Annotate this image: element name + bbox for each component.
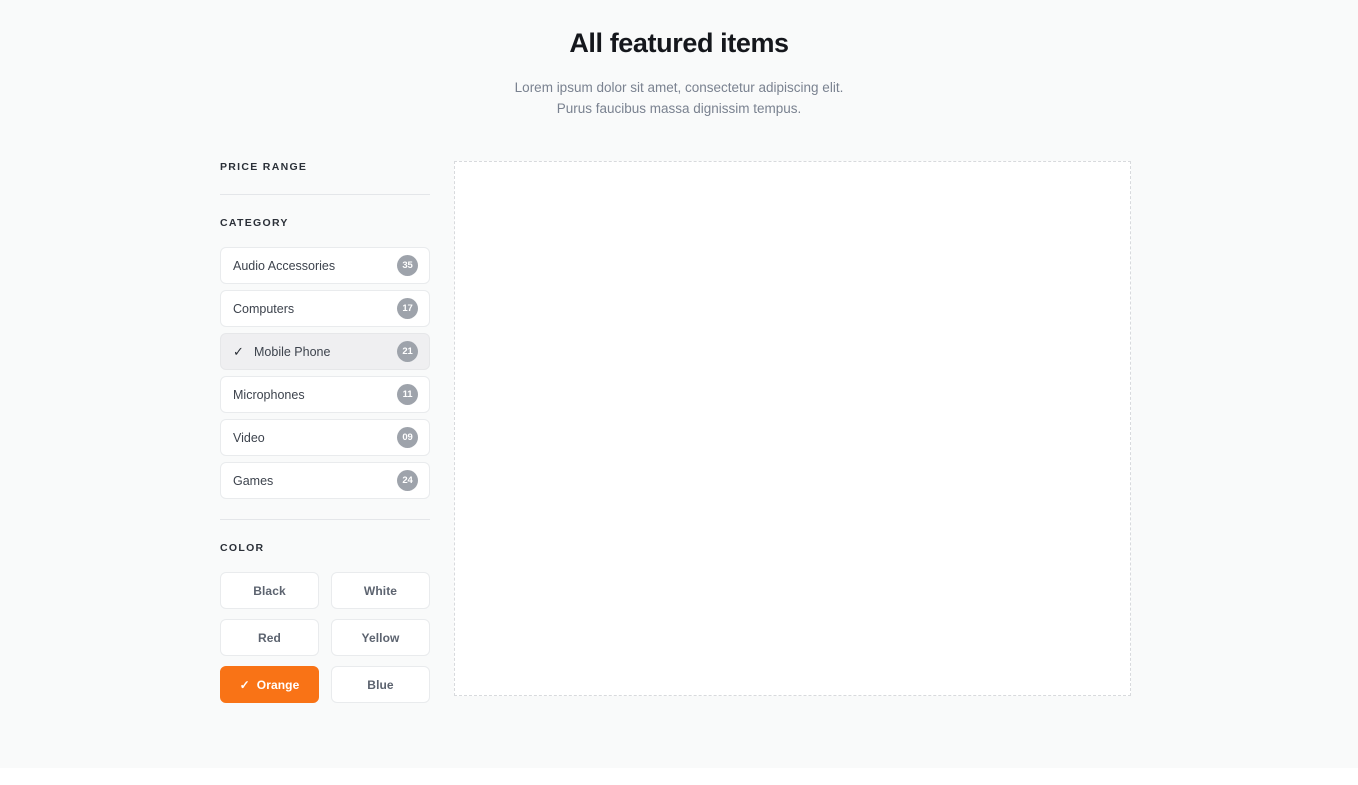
page-subtitle-line-1: Lorem ipsum dolor sit amet, consectetur … (514, 80, 844, 95)
featured-items-page: All featured items Lorem ipsum dolor sit… (0, 0, 1358, 768)
category-list: ✓ Audio Accessories 35 ✓ Computers 17 ✓ … (220, 247, 430, 499)
page-subtitle-line-2: Purus faucibus massa dignissim tempus. (556, 101, 802, 116)
check-icon: ✓ (233, 344, 244, 359)
filter-section-color: COLOR ✓ Black ✓ White ✓ Red ✓ (220, 520, 430, 703)
category-item-count: 17 (397, 298, 418, 319)
color-chip-label: Yellow (361, 630, 400, 645)
results-area (454, 161, 1131, 696)
category-item-label: Microphones (233, 387, 305, 402)
category-item-computers[interactable]: ✓ Computers 17 (220, 290, 430, 327)
color-chip-label: Blue (367, 677, 394, 692)
category-item-count: 11 (397, 384, 418, 405)
color-chip-label: Red (258, 630, 281, 645)
category-item-label: Computers (233, 301, 295, 316)
page-subtitle: Lorem ipsum dolor sit amet, consectetur … (399, 77, 959, 119)
category-item-count: 35 (397, 255, 418, 276)
color-chip-red[interactable]: ✓ Red (220, 619, 319, 656)
category-item-video[interactable]: ✓ Video 09 (220, 419, 430, 456)
color-swatch-grid: ✓ Black ✓ White ✓ Red ✓ Yellow (220, 572, 430, 703)
color-chip-blue[interactable]: ✓ Blue (331, 666, 430, 703)
color-chip-label: Black (253, 583, 286, 598)
page-header: All featured items Lorem ipsum dolor sit… (0, 0, 1358, 119)
category-item-games[interactable]: ✓ Games 24 (220, 462, 430, 499)
color-heading: COLOR (220, 542, 265, 554)
category-item-label: Mobile Phone (254, 344, 331, 359)
color-chip-label: White (363, 583, 398, 598)
page-title: All featured items (569, 28, 789, 58)
filter-section-category: CATEGORY ✓ Audio Accessories 35 ✓ Comput… (220, 195, 430, 519)
category-item-label: Audio Accessories (233, 258, 336, 273)
category-item-count: 24 (397, 470, 418, 491)
price-range-heading: PRICE RANGE (220, 161, 308, 173)
category-item-mobile-phone[interactable]: ✓ Mobile Phone 21 (220, 333, 430, 370)
results-panel-empty (454, 161, 1131, 696)
check-icon: ✓ (239, 677, 250, 692)
filter-section-price-range: PRICE RANGE (220, 161, 430, 194)
category-item-count: 09 (397, 427, 418, 448)
color-chip-yellow[interactable]: ✓ Yellow (331, 619, 430, 656)
category-item-label: Video (233, 430, 265, 445)
color-chip-label: Orange (256, 677, 300, 692)
page-body: PRICE RANGE CATEGORY ✓ Audio Accessories… (0, 161, 1358, 703)
footer-strip (0, 768, 1358, 785)
color-chip-black[interactable]: ✓ Black (220, 572, 319, 609)
color-chip-orange[interactable]: ✓ Orange (220, 666, 319, 703)
category-heading: CATEGORY (220, 217, 289, 229)
category-item-count: 21 (397, 341, 418, 362)
color-chip-white[interactable]: ✓ White (331, 572, 430, 609)
category-item-label: Games (233, 473, 274, 488)
category-item-audio-accessories[interactable]: ✓ Audio Accessories 35 (220, 247, 430, 284)
category-item-microphones[interactable]: ✓ Microphones 11 (220, 376, 430, 413)
filters-sidebar: PRICE RANGE CATEGORY ✓ Audio Accessories… (220, 161, 430, 703)
